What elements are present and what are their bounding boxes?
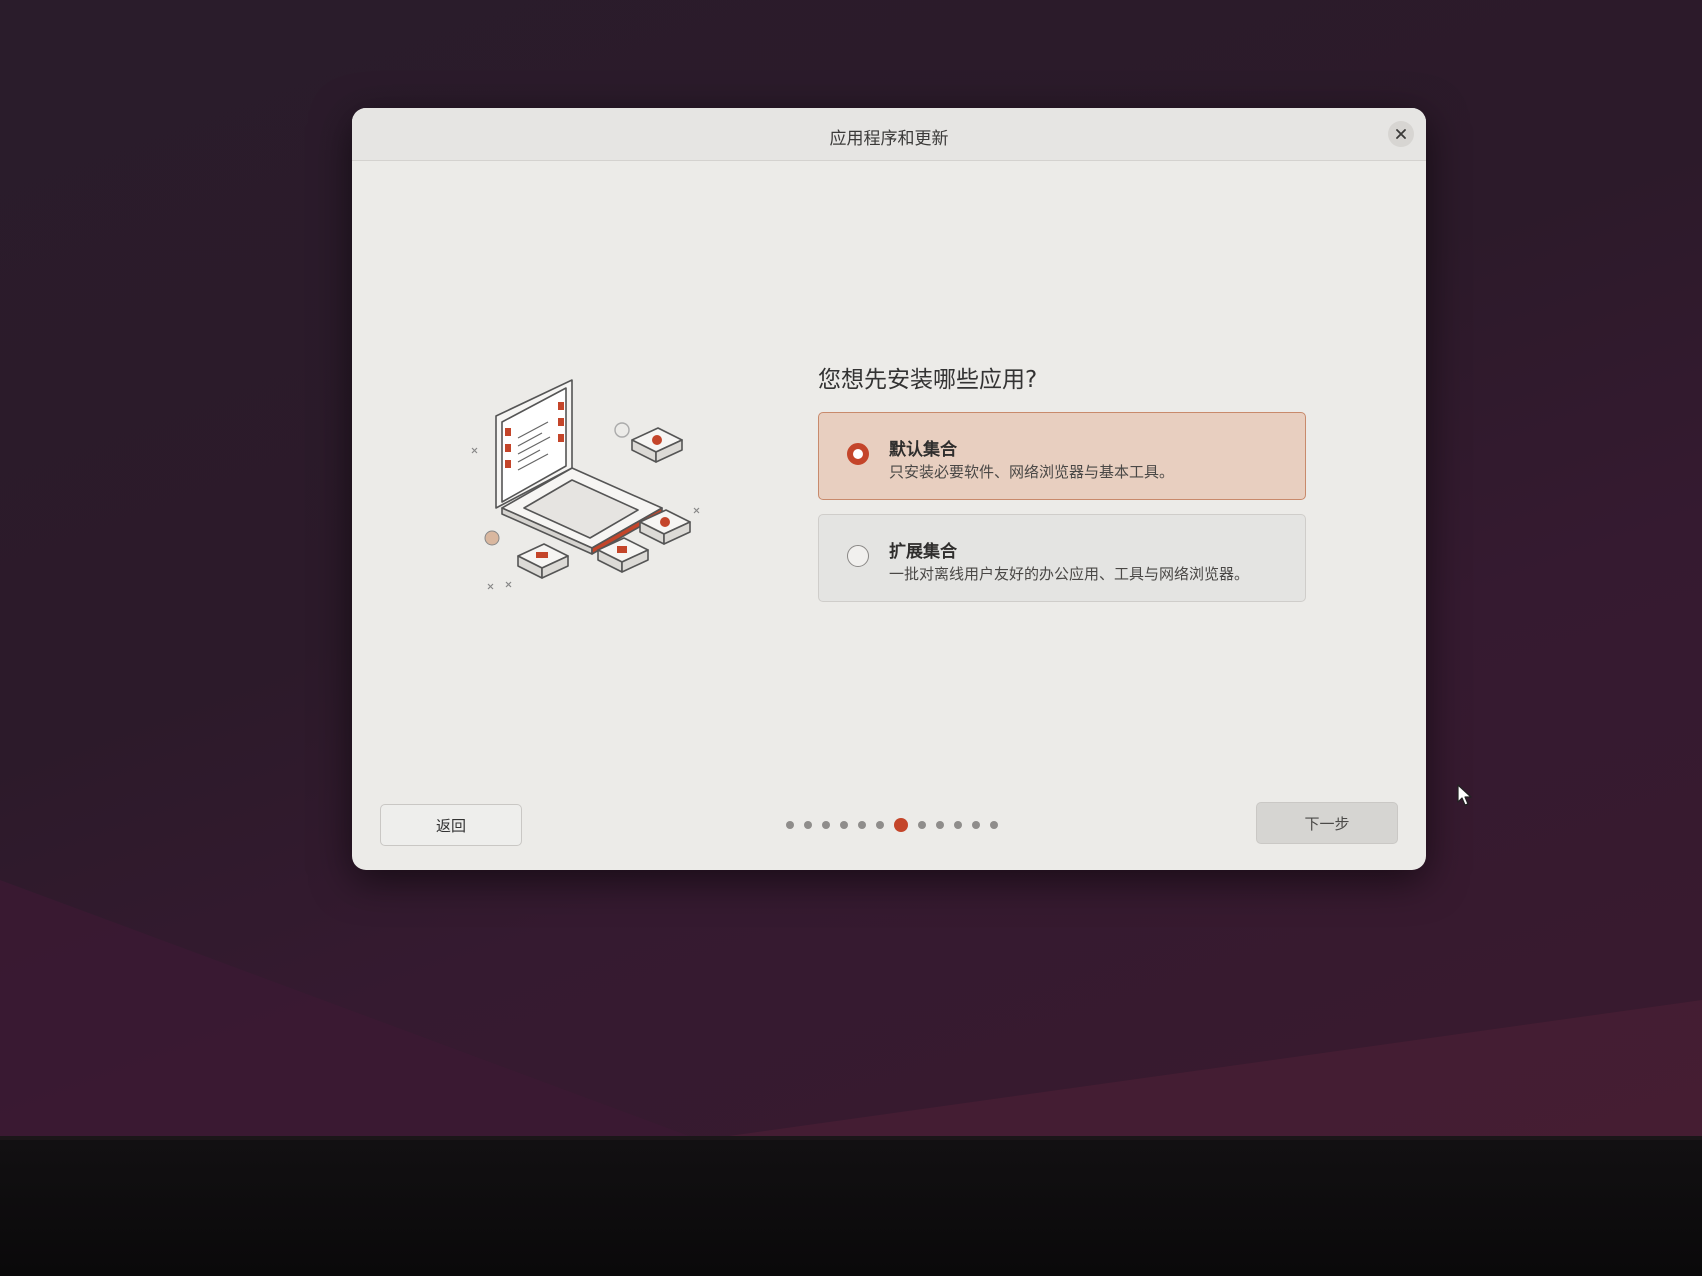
- progress-dot: [876, 821, 884, 829]
- mouse-pointer-icon: [1457, 784, 1472, 806]
- progress-dot: [936, 821, 944, 829]
- progress-dot: [954, 821, 962, 829]
- progress-dot: [972, 821, 980, 829]
- progress-dot: [858, 821, 866, 829]
- progress-dot: [822, 821, 830, 829]
- progress-dot: [804, 821, 812, 829]
- titlebar: 应用程序和更新: [352, 108, 1426, 161]
- option-description: 一批对离线用户友好的办公应用、工具与网络浏览器。: [889, 565, 1250, 583]
- back-button[interactable]: 返回: [380, 804, 522, 846]
- option-extended-collection[interactable]: 扩展集合 一批对离线用户友好的办公应用、工具与网络浏览器。: [818, 514, 1306, 602]
- radio-unselected[interactable]: [847, 545, 869, 567]
- progress-dots: [786, 818, 998, 832]
- wallpaper-shape: [0, 880, 1702, 1140]
- dialog-title: 应用程序和更新: [829, 129, 949, 149]
- close-button[interactable]: [1388, 121, 1414, 147]
- progress-dot: [786, 821, 794, 829]
- option-default-collection[interactable]: 默认集合 只安装必要软件、网络浏览器与基本工具。: [818, 412, 1306, 500]
- screen-bezel: [0, 1140, 1702, 1276]
- close-icon: [1396, 129, 1406, 139]
- radio-selected[interactable]: [847, 443, 869, 465]
- option-description: 只安装必要软件、网络浏览器与基本工具。: [889, 463, 1175, 481]
- question-heading: 您想先安装哪些应用?: [818, 367, 1038, 393]
- progress-dot: [990, 821, 998, 829]
- progress-dot: [918, 821, 926, 829]
- installer-dialog: 应用程序和更新 您想先安装哪些应用? 默认集合 只安装必要软件、网络浏览器与基本…: [352, 108, 1426, 870]
- option-title: 默认集合: [889, 440, 957, 460]
- option-title: 扩展集合: [889, 542, 957, 562]
- laptop-illustration: [471, 379, 700, 590]
- next-button[interactable]: 下一步: [1256, 802, 1398, 844]
- progress-dot: [840, 821, 848, 829]
- progress-dot-active: [894, 818, 908, 832]
